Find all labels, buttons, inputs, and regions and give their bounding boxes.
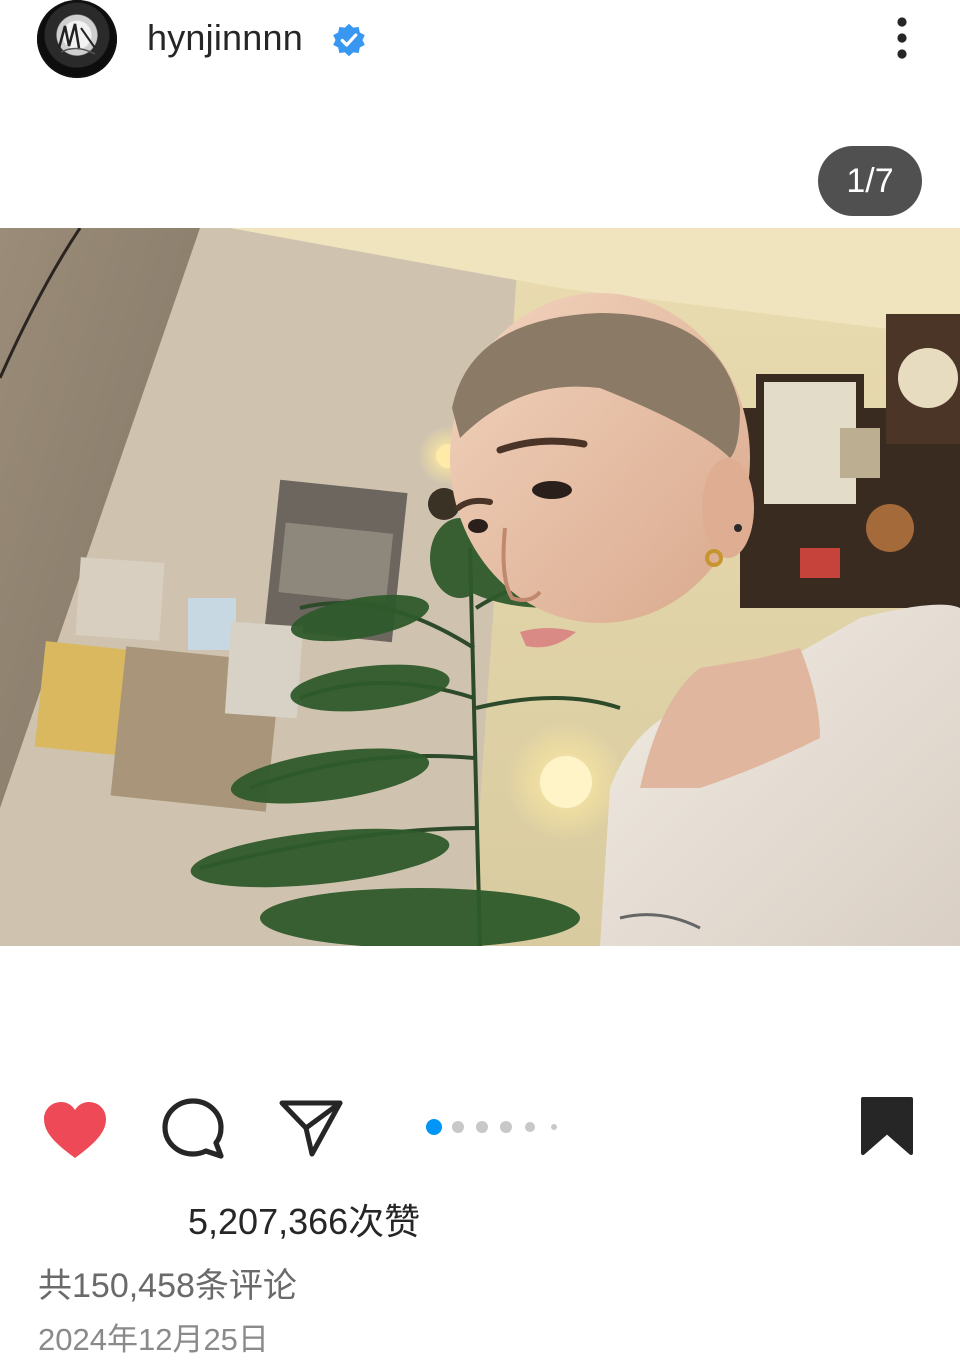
carousel-counter: 1/7 — [818, 146, 922, 216]
carousel-dot — [476, 1121, 488, 1133]
post-date: 2024年12月25日 — [38, 1322, 269, 1357]
comment-icon[interactable] — [160, 1096, 226, 1162]
post-header: hynjinnnn — [0, 0, 960, 80]
avatar[interactable] — [37, 0, 117, 78]
carousel-dot — [500, 1121, 512, 1133]
avatar-scribble-icon — [57, 23, 96, 55]
more-vertical-icon[interactable] — [888, 14, 916, 62]
save-bookmark-icon[interactable] — [858, 1096, 916, 1156]
carousel-indicator — [424, 1118, 574, 1136]
like-heart-icon[interactable] — [42, 1100, 108, 1160]
likes-count[interactable]: 5,207,366次赞 — [188, 1196, 420, 1248]
carousel-dot — [525, 1122, 535, 1132]
carousel-dot — [551, 1124, 557, 1130]
username[interactable]: hynjinnnn — [147, 16, 303, 60]
post-photo-image — [0, 228, 960, 946]
post-photo[interactable] — [0, 228, 960, 946]
carousel-dot-active — [426, 1119, 442, 1135]
share-paper-plane-icon[interactable] — [278, 1098, 344, 1158]
comments-count[interactable]: 共150,458条评论 — [38, 1262, 297, 1310]
verified-badge-icon — [333, 23, 365, 57]
carousel-dot — [452, 1121, 464, 1133]
